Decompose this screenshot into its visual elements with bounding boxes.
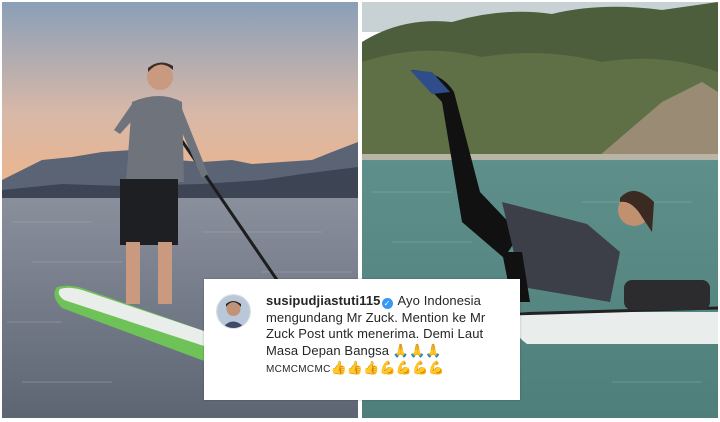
thumbs-strong-emojis: 👍👍👍💪💪💪💪 xyxy=(330,361,445,376)
comment-caption: susipudjiastuti115 ✓ Ayo Indonesia mengun… xyxy=(266,293,508,379)
instagram-comment-card: susipudjiastuti115 ✓ Ayo Indonesia mengun… xyxy=(204,279,520,400)
comment-username[interactable]: susipudjiastuti115 xyxy=(266,293,381,308)
pray-emojis: 🙏🙏🙏 xyxy=(392,343,442,359)
avatar[interactable] xyxy=(216,294,251,329)
comment-tail-text: MCMCMCMC xyxy=(266,364,331,375)
verified-check-icon: ✓ xyxy=(381,298,393,309)
avatar-photo-icon xyxy=(217,295,250,328)
